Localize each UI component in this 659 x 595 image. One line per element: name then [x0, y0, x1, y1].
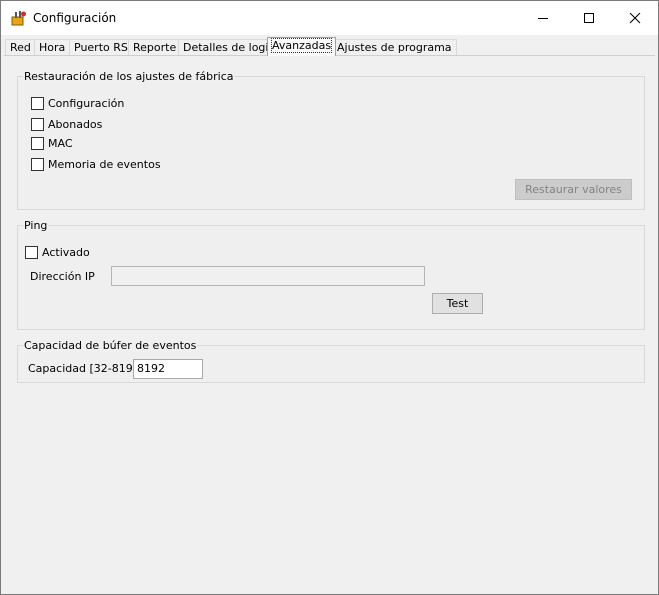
maximize-button[interactable] [566, 1, 612, 35]
group-title: Ping [23, 219, 49, 232]
tab-label: Red [10, 41, 31, 54]
checkbox-configuracion[interactable]: Configuración [31, 96, 125, 111]
capacity-input[interactable]: 8192 [133, 359, 203, 379]
group-title: Restauración de los ajustes de fábrica [23, 70, 235, 83]
restore-values-button[interactable]: Restaurar valores [515, 179, 632, 200]
tab-puerto-rs[interactable]: Puerto RS [69, 39, 133, 56]
checkbox-box[interactable] [31, 96, 44, 110]
checkbox-activado[interactable]: Activado [25, 245, 90, 260]
tab-label: Avanzadas [270, 38, 333, 53]
tab-red[interactable]: Red [5, 39, 36, 56]
checkbox-label: Activado [42, 246, 90, 259]
close-icon [629, 12, 641, 24]
tab-hora[interactable]: Hora [34, 39, 71, 56]
tab-avanzadas[interactable]: Avanzadas [267, 37, 337, 56]
tab-reporte[interactable]: Reporte [128, 39, 182, 56]
factory-reset-group: Restauración de los ajustes de fábrica C… [17, 70, 645, 210]
tab-label: Hora [39, 41, 66, 54]
maximize-icon [584, 13, 594, 23]
tab-label: Detalles de login [183, 41, 276, 54]
tab-label: Puerto RS [74, 41, 128, 54]
checkbox-label: Memoria de eventos [48, 158, 161, 171]
close-button[interactable] [612, 1, 658, 35]
checkbox-label: Configuración [48, 97, 125, 110]
app-config-icon [11, 10, 27, 26]
checkbox-abonados[interactable]: Abonados [31, 117, 103, 132]
title-bar[interactable]: Configuración [1, 1, 658, 35]
checkbox-memoria-de-eventos[interactable]: Memoria de eventos [31, 157, 161, 172]
event-buffer-group: Capacidad de búfer de eventos Capacidad … [17, 339, 645, 383]
checkbox-label: MAC [48, 137, 73, 150]
ip-address-label: Dirección IP [30, 270, 95, 283]
test-button[interactable]: Test [432, 293, 483, 314]
ip-address-input[interactable] [111, 266, 425, 286]
minimize-button[interactable] [520, 1, 566, 35]
checkbox-label: Abonados [48, 118, 103, 131]
tab-label: Ajustes de programa [337, 41, 452, 54]
tab-detalles-de-login[interactable]: Detalles de login [178, 39, 281, 56]
group-title: Capacidad de búfer de eventos [23, 339, 198, 352]
checkbox-box[interactable] [31, 117, 44, 131]
configuration-window: Configuración Red Hora Puerto RS Reporte… [0, 0, 659, 595]
checkbox-mac[interactable]: MAC [31, 136, 73, 151]
checkbox-box[interactable] [31, 157, 44, 171]
minimize-icon [538, 18, 548, 19]
tab-label: Reporte [133, 41, 177, 54]
checkbox-box[interactable] [25, 245, 38, 259]
tab-ajustes-de-programa[interactable]: Ajustes de programa [332, 39, 457, 56]
ping-group: Ping Activado Dirección IP Test [17, 219, 645, 330]
advanced-tab-panel: Restauración de los ajustes de fábrica C… [4, 55, 655, 592]
capacity-label: Capacidad [32-8192] [28, 362, 144, 375]
checkbox-box[interactable] [31, 136, 44, 150]
window-title: Configuración [33, 11, 117, 25]
